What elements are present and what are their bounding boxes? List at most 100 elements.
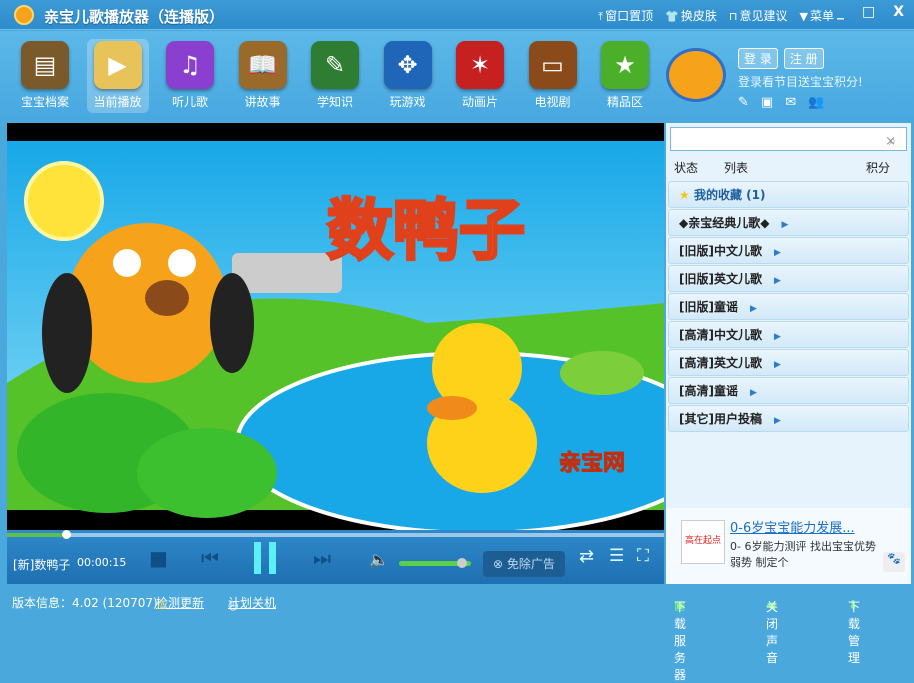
video-watermark: 亲宝网	[559, 450, 625, 476]
ad-title-link[interactable]: 0-6岁宝宝能力发展...	[730, 517, 855, 536]
nav-item-6[interactable]: ✶ 动画片	[449, 41, 511, 110]
category-item[interactable]: ◆亲宝经典儿歌◆ ▶	[668, 209, 909, 236]
column-list[interactable]: 列表	[724, 159, 748, 176]
category-label: [高清]中文儿歌	[679, 328, 762, 342]
pin-icon: ⤒	[598, 10, 604, 23]
shirt-icon: 👕	[665, 10, 679, 23]
pause-button[interactable]	[254, 542, 276, 574]
category-item[interactable]: [旧版]童谣 ▶	[668, 293, 909, 320]
category-item[interactable]: [旧版]英文儿歌 ▶	[668, 265, 909, 292]
ad-description: 0- 6岁能力测评 找出宝宝优势弱势 制定个	[730, 540, 876, 569]
now-playing-icon: ▶	[93, 41, 142, 89]
video-title-art: 数鸭子	[327, 192, 525, 269]
friends-icon[interactable]: 👥	[808, 95, 824, 110]
nav-item-1[interactable]: ▶ 当前播放	[86, 39, 149, 113]
nav-item-label: 当前播放	[93, 95, 142, 109]
nav-item-5[interactable]: ✥ 玩游戏	[377, 41, 439, 110]
menu-icon: ▼	[799, 10, 808, 23]
sun-icon	[24, 161, 104, 241]
stop-button[interactable]: ■	[149, 546, 168, 570]
nav-item-0[interactable]: ▤ 宝宝档案	[14, 41, 76, 110]
category-label: ◆亲宝经典儿歌◆	[679, 216, 770, 230]
edit-icon[interactable]: ✎	[738, 95, 749, 110]
nav-item-7[interactable]: ▭ 电视剧	[522, 41, 584, 110]
repeat-icon[interactable]: ⇄	[579, 546, 594, 567]
check-update-link[interactable]: ⚠ 检测更新	[156, 594, 204, 612]
app-logo-icon	[14, 5, 34, 25]
category-item[interactable]: [高清]英文儿歌 ▶	[668, 349, 909, 376]
nav-item-2[interactable]: ♫ 听儿歌	[159, 41, 221, 110]
favorites-item[interactable]: ★ 我的收藏 (1)	[668, 181, 909, 208]
knowledge-book-icon: ✎	[311, 41, 359, 89]
minimize-button[interactable]: _	[837, 4, 844, 20]
category-item[interactable]: [高清]中文儿歌 ▶	[668, 321, 909, 348]
category-label: [高清]英文儿歌	[679, 356, 762, 370]
volume-icon[interactable]: 🔈	[369, 550, 389, 569]
nav-item-label: 宝宝档案	[20, 95, 69, 109]
volume-slider[interactable]	[399, 558, 471, 568]
column-status[interactable]: 状态	[674, 159, 698, 176]
register-button[interactable]: 注 册	[783, 48, 824, 69]
previous-button[interactable]: ⏮	[201, 546, 219, 570]
joystick-icon: ✥	[383, 41, 432, 89]
storybook-icon: 📖	[238, 41, 287, 89]
title-bar: 亲宝儿歌播放器（连播版） ⤒ 窗口置顶 👕 换皮肤 ⊓ 意见建议 ▼ 菜单 _ □ X	[0, 0, 914, 30]
star-icon: ★	[679, 188, 694, 202]
profile-book-icon: ▤	[21, 41, 69, 89]
nav-item-8[interactable]: ★ 精品区	[594, 41, 656, 110]
category-label: [旧版]英文儿歌	[679, 272, 762, 286]
nav-item-label: 电视剧	[534, 95, 571, 109]
search-input[interactable]: × ⌕	[670, 127, 907, 151]
feedback-button[interactable]: ⊓ 意见建议	[729, 7, 788, 24]
video-player[interactable]: 数鸭子 亲宝网	[7, 123, 664, 530]
category-item[interactable]: [高清]童谣 ▶	[668, 377, 909, 404]
tv-icon: ▭	[528, 41, 577, 89]
nav-item-4[interactable]: ✎ 学知识	[304, 41, 366, 110]
nav-item-label: 听儿歌	[171, 95, 208, 109]
login-button[interactable]: 登 录	[738, 48, 778, 69]
skin-button[interactable]: 👕 换皮肤	[665, 7, 717, 24]
category-label: 我的收藏 (1)	[693, 188, 766, 202]
schedule-shutdown-link[interactable]: ◷ 计划关机	[228, 594, 276, 612]
paw-icon[interactable]: 🐾	[883, 552, 905, 572]
progress-handle[interactable]	[62, 530, 72, 539]
mascot-avatar	[666, 48, 726, 102]
version-info: 版本信息：4.02 (120707)	[12, 596, 158, 610]
category-label: [旧版]童谣	[679, 300, 738, 314]
search-icon[interactable]: ⌕	[889, 134, 896, 149]
category-item[interactable]: [旧版]中文儿歌 ▶	[668, 237, 909, 264]
login-hint: 登录看节目送宝宝积分!	[738, 75, 863, 89]
player-controls: [新]数鸭子 00:00:15 ■ ⏮ ⏭ 🔈 ⊗ 免除广告 ⇄ ☰ ⛶	[7, 530, 664, 584]
now-playing-title: [新]数鸭子	[13, 558, 71, 572]
animation-icon: ✶	[456, 41, 504, 89]
volume-handle[interactable]	[457, 558, 468, 568]
mail-icon[interactable]: ✉	[785, 95, 796, 110]
nav-item-label: 讲故事	[244, 95, 281, 109]
expand-arrow-icon: ▶	[773, 416, 781, 426]
app-title: 亲宝儿歌播放器（连播版）	[44, 8, 225, 26]
video-frame: 数鸭子 亲宝网	[7, 141, 664, 530]
login-panel: 登 录注 册 登录看节目送宝宝积分! ✎ ▣ ✉ 👥	[738, 48, 863, 110]
maximize-button[interactable]: □	[862, 4, 875, 20]
sidebar: × ⌕ 状态 列表 积分 ★ 我的收藏 (1) ◆亲宝经典儿歌◆ ▶ [旧版]中文儿歌…	[666, 123, 911, 584]
fullscreen-icon[interactable]: ⛶	[637, 546, 649, 566]
next-button[interactable]: ⏭	[313, 546, 331, 570]
ad-free-button[interactable]: ⊗ 免除广告	[483, 551, 565, 577]
nav-item-3[interactable]: 📖 讲故事	[232, 41, 294, 110]
close-button[interactable]: X	[893, 4, 904, 20]
column-points[interactable]: 积分	[866, 159, 890, 176]
ad-panel[interactable]: 高在起点 0-6岁宝宝能力发展... 0- 6岁能力测评 找出宝宝优势弱势 制定…	[666, 508, 911, 584]
category-item[interactable]: [其它]用户投稿 ▶	[668, 405, 909, 432]
expand-arrow-icon: ▶	[749, 388, 757, 398]
nav-item-label: 精品区	[606, 95, 643, 109]
nav-item-label: 动画片	[461, 95, 498, 109]
expand-arrow-icon: ▶	[773, 276, 781, 286]
expand-arrow-icon: ▶	[749, 304, 757, 314]
ad-logo: 高在起点	[681, 520, 725, 564]
menu-button[interactable]: ▼ 菜单	[800, 7, 834, 24]
picture-icon[interactable]: ▣	[761, 95, 773, 110]
feedback-icon: ⊓	[728, 10, 738, 23]
pin-window-button[interactable]: ⤒ 窗口置顶	[598, 7, 653, 24]
playlist-icon[interactable]: ☰	[609, 546, 624, 566]
progress-bar[interactable]	[7, 530, 664, 539]
